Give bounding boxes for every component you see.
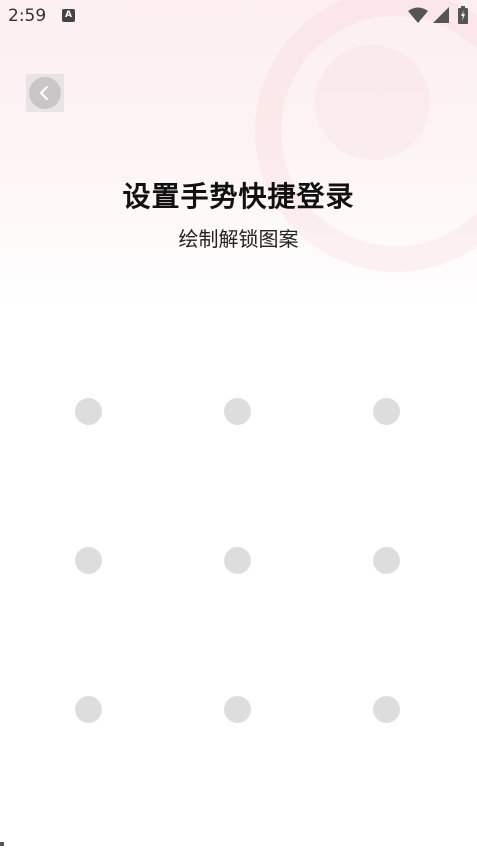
signal-icon xyxy=(433,7,449,23)
pattern-dot-9[interactable] xyxy=(373,696,400,723)
pattern-dot-8[interactable] xyxy=(224,696,251,723)
corner-mark xyxy=(0,842,4,846)
gesture-pattern-grid[interactable] xyxy=(0,340,477,790)
pattern-dot-5[interactable] xyxy=(224,547,251,574)
pattern-dot-3[interactable] xyxy=(373,398,400,425)
wifi-icon xyxy=(408,7,428,23)
chevron-left-icon xyxy=(40,86,48,100)
status-time: 2:59 xyxy=(8,6,47,26)
pattern-dot-4[interactable] xyxy=(75,547,102,574)
page-title: 设置手势快捷登录 xyxy=(122,180,355,213)
header-background xyxy=(0,0,477,310)
watermark-emblem-inner xyxy=(315,45,430,160)
pattern-dot-7[interactable] xyxy=(75,696,102,723)
page-subtitle: 绘制解锁图案 xyxy=(178,227,299,251)
pattern-dot-2[interactable] xyxy=(224,398,251,425)
status-bar: 2:59 A xyxy=(0,0,477,32)
battery-icon xyxy=(458,6,468,24)
notification-icon: A xyxy=(62,9,75,22)
pattern-dot-1[interactable] xyxy=(75,398,102,425)
back-button[interactable] xyxy=(26,74,64,112)
pattern-dot-6[interactable] xyxy=(373,547,400,574)
